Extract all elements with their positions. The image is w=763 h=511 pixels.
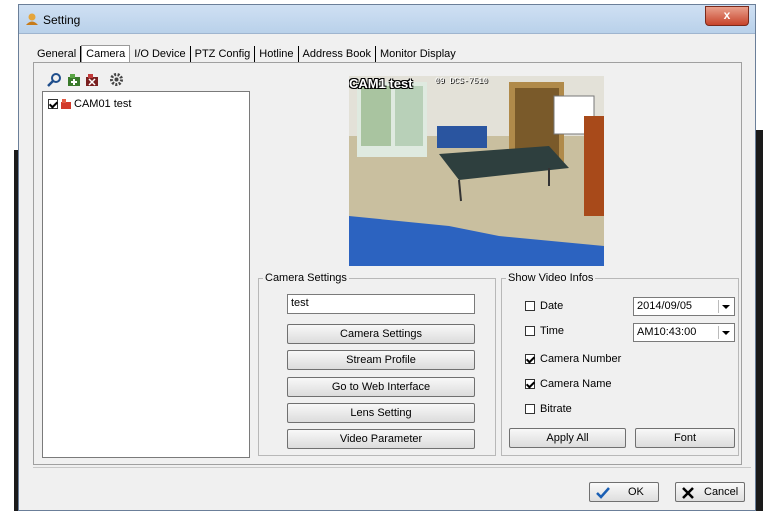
delete-camera-icon[interactable] xyxy=(85,72,100,87)
settings-icon[interactable] xyxy=(109,72,124,87)
time-label: Time xyxy=(540,325,565,337)
bitrate-checkbox[interactable] xyxy=(525,404,535,414)
camera-name-input[interactable]: test xyxy=(287,294,475,314)
checkmark-icon xyxy=(596,487,610,499)
settings-dialog: Setting x General Camera I/O Device PTZ Con… xyxy=(18,4,756,511)
lens-setting-button[interactable]: Lens Setting xyxy=(287,403,475,423)
camera-number-checkbox[interactable] xyxy=(525,354,535,364)
add-camera-icon[interactable] xyxy=(67,72,82,87)
font-button[interactable]: Font xyxy=(635,428,735,448)
time-value: AM10:43:00 xyxy=(637,326,697,338)
preview-timestamp: 09 DCS-7510 xyxy=(435,77,488,86)
search-icon[interactable] xyxy=(47,72,62,87)
tab-io-device[interactable]: I/O Device xyxy=(130,46,191,62)
tab-ptz-config[interactable]: PTZ Config xyxy=(191,46,256,62)
tab-monitor-display[interactable]: Monitor Display xyxy=(376,46,460,62)
date-dropdown[interactable]: 2014/09/05 xyxy=(633,297,735,316)
camera-settings-button[interactable]: Camera Settings xyxy=(287,324,475,344)
apply-all-button[interactable]: Apply All xyxy=(509,428,626,448)
cancel-button[interactable]: Cancel xyxy=(675,482,745,502)
camera-number-option[interactable]: Camera Number xyxy=(525,353,621,365)
tab-general[interactable]: General xyxy=(33,46,82,62)
camera-preview: CAM1 test 09 DCS-7510 xyxy=(349,76,604,266)
camera-settings-legend: Camera Settings xyxy=(263,272,349,284)
bitrate-option[interactable]: Bitrate xyxy=(525,403,572,415)
cancel-label: Cancel xyxy=(704,486,739,498)
tab-bar: General Camera I/O Device PTZ Config Hotline… xyxy=(33,45,460,64)
time-checkbox[interactable] xyxy=(525,326,535,336)
chevron-down-icon[interactable] xyxy=(718,300,732,313)
time-option[interactable]: Time xyxy=(525,325,564,337)
chevron-down-icon[interactable] xyxy=(718,326,732,339)
preview-image xyxy=(349,76,604,266)
ip-camera-icon xyxy=(61,98,71,109)
camera-number-label: Camera Number xyxy=(540,353,622,365)
bitrate-label: Bitrate xyxy=(540,403,572,415)
ok-button[interactable]: OK xyxy=(589,482,659,502)
window-title: Setting xyxy=(43,13,81,27)
tab-hotline[interactable]: Hotline xyxy=(255,46,299,62)
camera-name-option[interactable]: Camera Name xyxy=(525,378,612,390)
video-parameter-button[interactable]: Video Parameter xyxy=(287,429,475,449)
tree-item-label: CAM01 test xyxy=(74,98,132,110)
ok-label: OK xyxy=(628,486,644,498)
camera-name-label: Camera Name xyxy=(540,378,612,390)
title-bar[interactable]: Setting x xyxy=(19,5,755,34)
tab-address-book[interactable]: Address Book xyxy=(299,46,376,62)
date-option[interactable]: Date xyxy=(525,300,563,312)
date-checkbox[interactable] xyxy=(525,301,535,311)
camera-name-checkbox[interactable] xyxy=(525,379,535,389)
time-dropdown[interactable]: AM10:43:00 xyxy=(633,323,735,342)
tree-item-checkbox[interactable] xyxy=(48,99,58,109)
date-value: 2014/09/05 xyxy=(637,300,693,312)
web-interface-button[interactable]: Go to Web Interface xyxy=(287,377,475,397)
close-button[interactable]: x xyxy=(705,6,749,26)
app-icon xyxy=(26,13,38,25)
video-infos-legend: Show Video Infos xyxy=(506,272,596,284)
close-icon xyxy=(682,487,694,499)
preview-camera-caption: CAM1 test xyxy=(349,76,413,91)
footer-divider xyxy=(33,467,751,468)
stream-profile-button[interactable]: Stream Profile xyxy=(287,350,475,370)
date-label: Date xyxy=(540,300,564,312)
camera-tree[interactable]: CAM01 test xyxy=(42,91,250,458)
background-window-edge xyxy=(755,130,763,511)
tree-item-cam01[interactable]: CAM01 test xyxy=(48,97,131,111)
